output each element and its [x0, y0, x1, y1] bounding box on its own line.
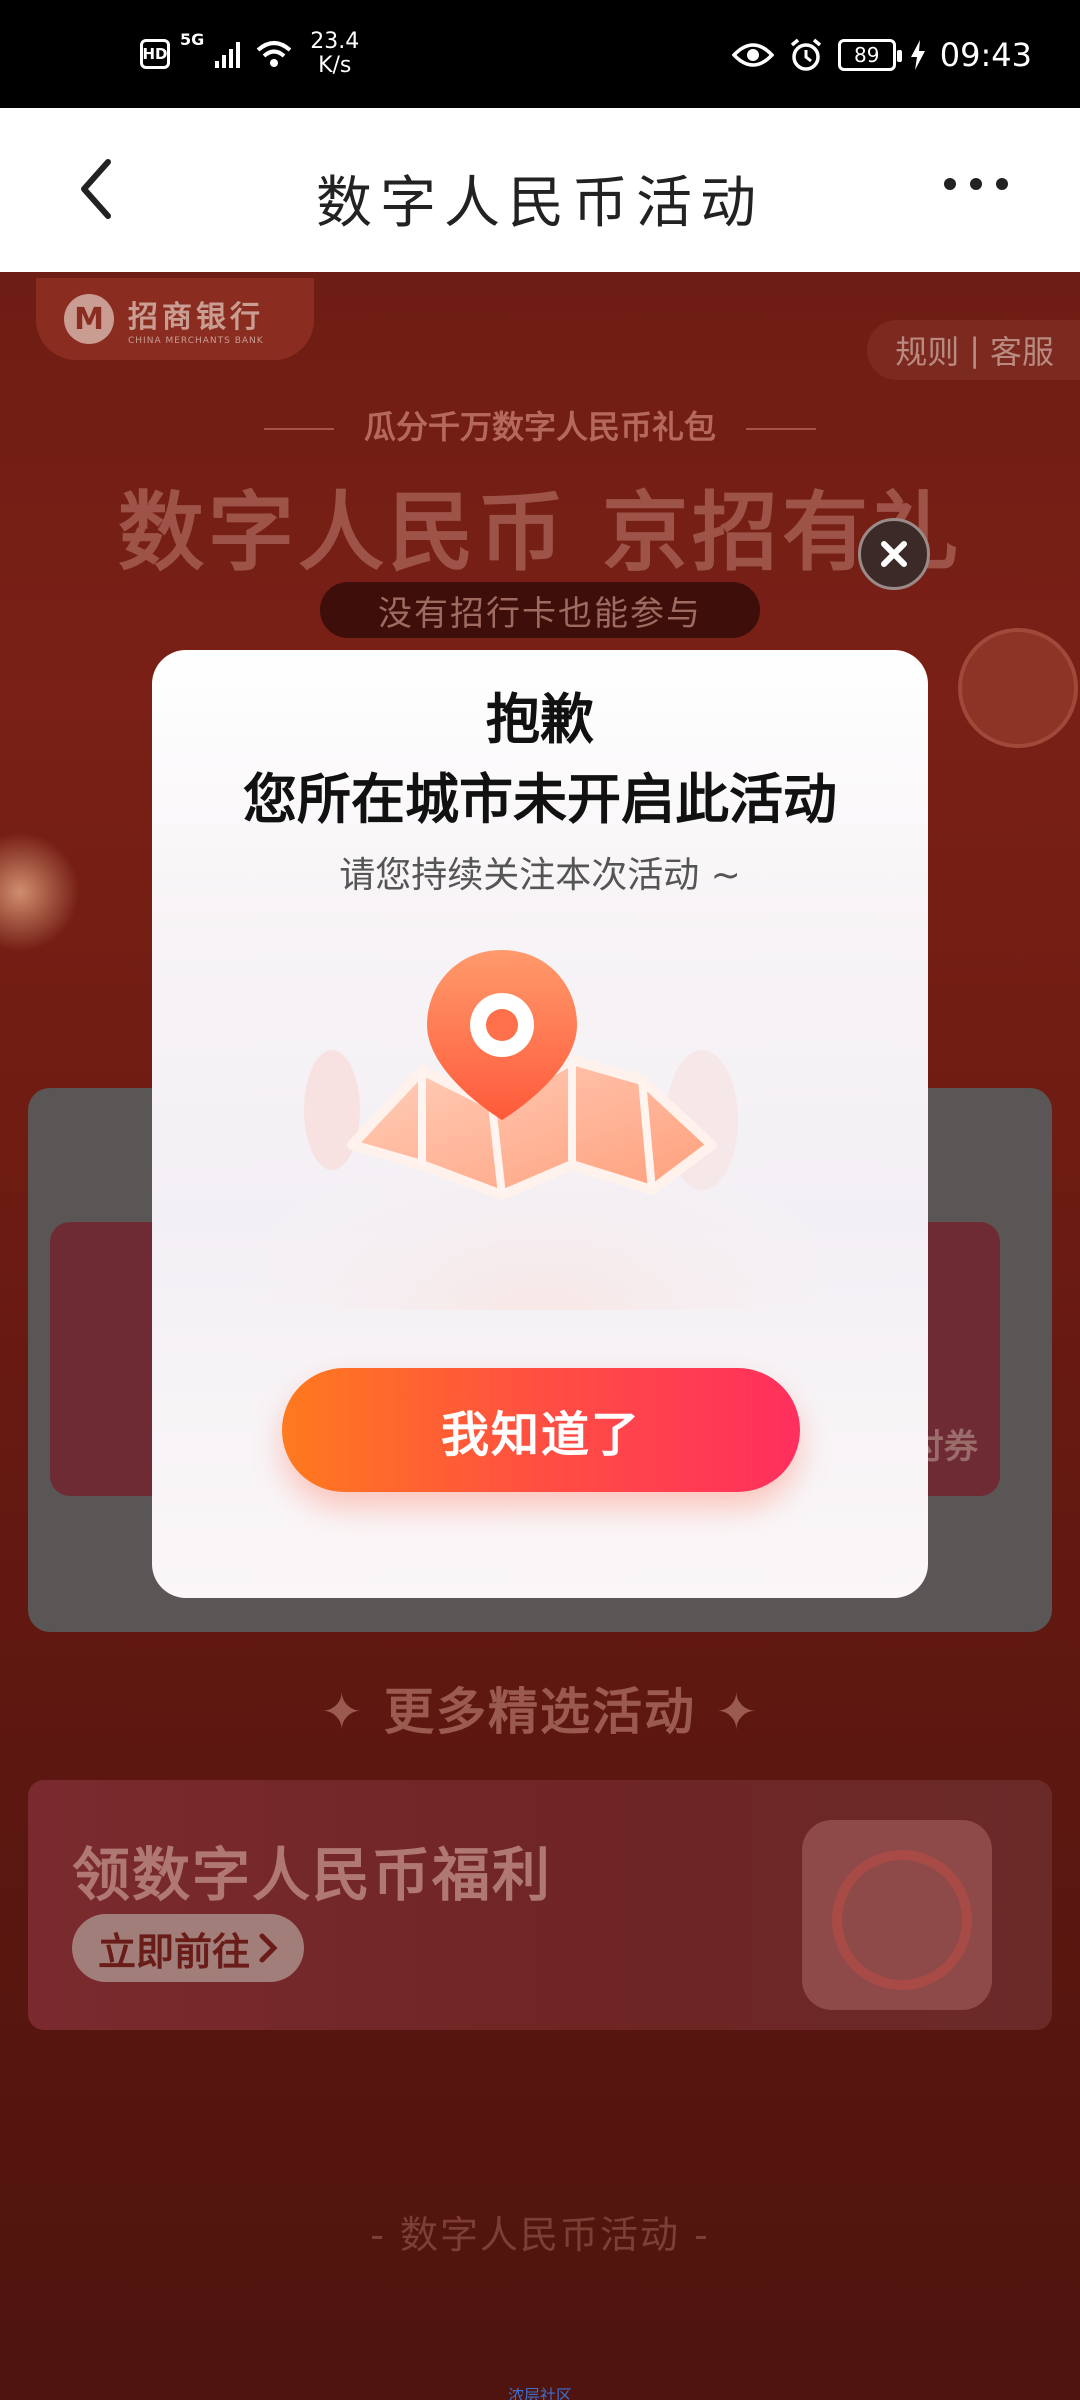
unavailable-dialog: 抱歉 您所在城市未开启此活动 请您持续关注本次活动 ~ 我知道了 — [152, 650, 928, 1598]
promo-banner[interactable]: 领数字人民币福利 立即前往 — [28, 1780, 1052, 2030]
more-dot-icon — [996, 178, 1008, 190]
more-activities-title: ✦ 更多精选活动 ✦ — [0, 1672, 1080, 1744]
battery-indicator: 89 — [837, 39, 902, 71]
status-bar: HD 5G 23.4 K/s 89 09:43 — [0, 0, 1080, 108]
sparkle-icon: ✦ — [696, 1683, 760, 1741]
close-icon — [881, 541, 907, 567]
map-pin-illustration-icon — [252, 950, 832, 1310]
bank-name: 招商银行 — [128, 300, 264, 335]
pill-divider: | — [969, 331, 980, 369]
status-left: HD 5G 23.4 K/s — [140, 30, 359, 78]
more-activities-label: 更多精选活动 — [384, 1683, 696, 1741]
alarm-icon — [790, 38, 821, 71]
banner-title: 领数字人民币福利 — [72, 1841, 553, 1909]
rules-service-pill: 规则 | 客服 — [867, 320, 1080, 380]
sub-slogan: 瓜分千万数字人民币礼包 — [0, 402, 1080, 448]
network-type: 5G — [180, 30, 205, 49]
decorative-glow — [0, 832, 80, 952]
modal-close-button[interactable] — [858, 518, 930, 590]
more-options-button[interactable] — [944, 178, 1008, 190]
speed-value: 23.4 — [310, 29, 360, 54]
yuan-safe-icon — [802, 1820, 992, 2010]
dialog-title-line2: 您所在城市未开启此活动 — [243, 768, 837, 831]
dialog-title-line1: 抱歉 — [486, 688, 594, 751]
sparkle-icon: ✦ — [320, 1683, 384, 1741]
more-dot-icon — [944, 178, 956, 190]
network-speed: 23.4 K/s — [310, 30, 359, 78]
page-title: 数字人民币活动 — [316, 171, 764, 236]
bank-logo-text: 招商银行 CHINA MERCHANTS BANK — [128, 292, 264, 346]
footer-watermark-link[interactable]: 浓层社区 — [0, 2382, 1080, 2400]
nav-bar: 数字人民币活动 — [0, 108, 1080, 272]
chevron-right-icon — [259, 1933, 278, 1963]
footer-text: - 数字人民币活动 - — [370, 2213, 710, 2257]
speed-unit: K/s — [318, 53, 352, 78]
acknowledge-button[interactable]: 我知道了 — [282, 1368, 800, 1492]
floating-coin-icon[interactable] — [958, 628, 1078, 748]
bank-logo-mark-icon: M — [64, 294, 114, 344]
dialog-subtitle: 请您持续关注本次活动 ~ — [339, 855, 741, 896]
banner-go-button[interactable]: 立即前往 — [72, 1914, 305, 1982]
service-link[interactable]: 客服 — [990, 327, 1054, 373]
signal-icon — [215, 42, 241, 68]
bank-name-en: CHINA MERCHANTS BANK — [128, 336, 264, 346]
rules-link[interactable]: 规则 — [895, 327, 959, 373]
slogan-pill: 没有招行卡也能参与 — [320, 582, 760, 638]
clock-time: 09:43 — [939, 36, 1032, 74]
status-right: 89 09:43 — [731, 36, 1032, 74]
banner-go-label: 立即前往 — [98, 1929, 251, 1974]
more-dot-icon — [970, 178, 982, 190]
charging-icon — [910, 40, 925, 70]
eye-icon — [731, 43, 774, 67]
bank-logo: M 招商银行 CHINA MERCHANTS BANK — [36, 278, 314, 360]
wifi-icon — [256, 41, 292, 67]
dialog-title: 抱歉 您所在城市未开启此活动 — [152, 680, 928, 840]
hd-badge: HD — [140, 39, 170, 69]
